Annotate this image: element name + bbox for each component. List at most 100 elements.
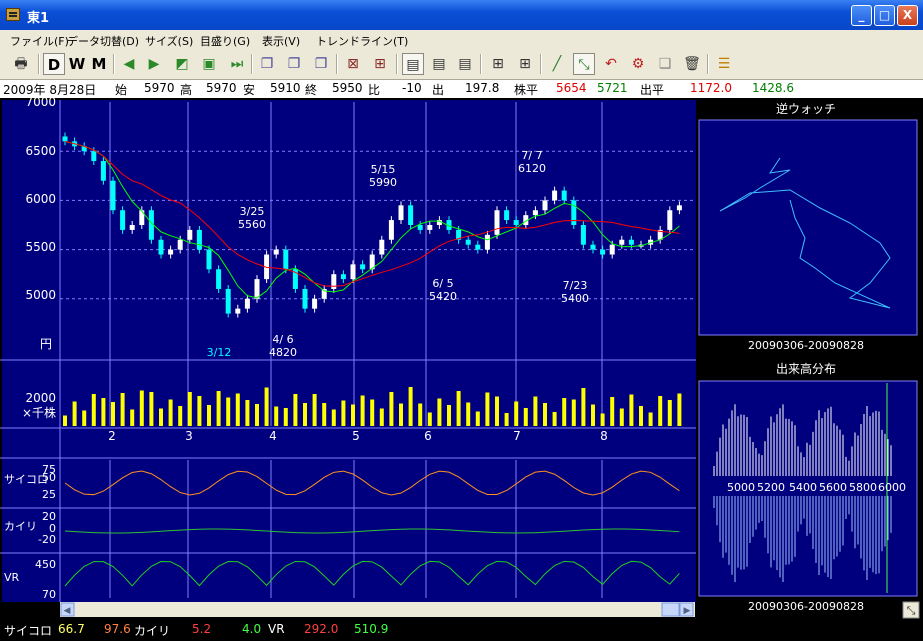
zoom-fit-icon[interactable]: ▣	[198, 53, 220, 75]
menu-size[interactable]: サイズ(S)	[145, 33, 193, 49]
volume-bar	[418, 403, 423, 426]
volume-bar	[648, 412, 653, 426]
split-chart-icon[interactable]: ⊞	[369, 53, 391, 75]
watch-range: 20090306-20090828	[748, 339, 864, 352]
candle-body	[312, 298, 318, 309]
candle-body	[609, 244, 615, 255]
arrow-left-icon[interactable]: ◀	[118, 53, 140, 75]
candle-body	[254, 279, 260, 299]
maximize-button[interactable]: □	[874, 5, 895, 26]
trendline-icon[interactable]: ╱	[546, 53, 568, 75]
candle-body	[216, 269, 222, 289]
status-vr2: 510.9	[354, 622, 389, 636]
horizontal-scrollbar[interactable]	[60, 602, 695, 617]
volume-bar	[504, 413, 509, 426]
layout-3-icon[interactable]: ▤	[454, 53, 476, 75]
candle-body	[120, 210, 126, 230]
volume-bar	[495, 396, 499, 426]
main-panel	[2, 100, 696, 602]
scroll-thumb[interactable]	[661, 602, 680, 617]
monthly-button[interactable]: M	[88, 53, 110, 75]
volume-bar	[399, 403, 403, 426]
candle-body	[273, 249, 279, 255]
dist-tick: 5000	[727, 481, 755, 494]
arrow-right-icon[interactable]: ▶	[143, 53, 165, 75]
menu-file[interactable]: ファイル(F)	[10, 33, 69, 49]
candle-body	[177, 239, 183, 250]
jump-end-icon[interactable]: ⏭	[226, 53, 248, 75]
status-bar: サイコロ 66.7 97.6 カイリ 5.2 4.0 VR 292.0 510.…	[0, 620, 923, 641]
annotation-price: 6120	[518, 162, 546, 175]
volume-bar	[379, 408, 384, 426]
minimize-button[interactable]: _	[851, 5, 872, 26]
chart-svg[interactable]: 7000 6500 6000 5500 5000 円 2000 ×千株 2 3 …	[0, 98, 923, 620]
layout-1-icon[interactable]: ▤	[402, 53, 424, 75]
volume-bar	[475, 411, 480, 426]
info-avg1: 5654	[556, 81, 587, 95]
candle-body	[398, 205, 404, 221]
toolbar-separator	[540, 54, 542, 74]
close-button[interactable]: X	[897, 5, 918, 26]
window-arrange-icon[interactable]: ❐	[310, 53, 332, 75]
candle-body	[427, 225, 433, 230]
month-label: 4	[269, 429, 277, 443]
candle-body	[350, 264, 356, 280]
trendline-parallel-icon[interactable]: ⤡	[573, 53, 595, 75]
grid-1-icon[interactable]: ⊞	[487, 53, 509, 75]
title-bar: 東1 _ □ X	[0, 0, 923, 30]
dist-tick: 5400	[789, 481, 817, 494]
volume-bar	[130, 409, 135, 426]
menu-trendline[interactable]: トレンドライン(T)	[316, 33, 408, 49]
trash-icon[interactable]: 🗑	[681, 53, 703, 75]
window-cascade-icon[interactable]: ❐	[256, 53, 278, 75]
volume-bar	[370, 399, 375, 426]
undo-icon[interactable]: ↶	[600, 53, 622, 75]
month-label: 5	[352, 429, 360, 443]
status-kairi-label: カイリ	[134, 624, 171, 638]
toolbar: 🖶 D W M ◀ ▶ ◩ ▣ ⏭ ❐ ❐ ❐ ⊠ ⊞ ▤ ▤ ▤ ⊞ ⊞ ╱ …	[0, 50, 923, 80]
settings-icon[interactable]: ⚙	[627, 53, 649, 75]
candle-body	[100, 161, 106, 181]
menu-scale[interactable]: 目盛り(G)	[200, 33, 250, 49]
annotation-date: 7/ 7	[521, 149, 542, 162]
info-volume: 197.8	[465, 81, 500, 95]
window-tile-icon[interactable]: ❐	[283, 53, 305, 75]
volume-bar	[264, 387, 269, 426]
annotation-price: 5420	[429, 290, 457, 303]
window-title: 東1	[27, 11, 50, 26]
volume-bar	[168, 399, 173, 426]
annotation-date: 7/23	[563, 279, 588, 292]
volume-bar	[466, 402, 471, 426]
volume-bar	[149, 392, 154, 426]
candle-body	[552, 190, 558, 201]
layout-2-icon[interactable]: ▤	[428, 53, 450, 75]
vr-tick: 450	[35, 558, 56, 571]
candle-body	[676, 205, 682, 211]
info-open: 5970	[144, 81, 175, 95]
candle-body	[158, 239, 164, 255]
print-icon[interactable]: 🖶	[10, 53, 32, 75]
volume-bar	[581, 388, 586, 426]
info-avg2: 5721	[597, 81, 628, 95]
candle-body	[580, 225, 586, 245]
copy-icon[interactable]: ❏	[654, 53, 676, 75]
menu-view[interactable]: 表示(V)	[262, 33, 300, 49]
grid-2-icon[interactable]: ⊞	[514, 53, 536, 75]
chevron-right-icon: ▶	[684, 606, 691, 616]
notes-icon[interactable]: ☰	[713, 53, 735, 75]
volume-bar	[197, 396, 202, 426]
info-change-label: 比	[368, 83, 381, 97]
close-chart-icon[interactable]: ⊠	[342, 53, 364, 75]
volume-bar	[360, 395, 365, 426]
candle-body	[196, 229, 202, 250]
zoom-in-icon[interactable]: ◩	[171, 53, 193, 75]
menu-data-switch[interactable]: データ切替(D)	[67, 33, 139, 49]
daily-button[interactable]: D	[43, 53, 65, 75]
weekly-button[interactable]: W	[66, 53, 88, 75]
candle-body	[340, 274, 346, 280]
menu-bar: ファイル(F) データ切替(D) サイズ(S) 目盛り(G) 表示(V) トレン…	[0, 30, 923, 50]
volume-unit: ×千株	[22, 405, 56, 420]
price-info-bar: 2009年 8月28日 始 5970 高 5970 安 5910 終 5950 …	[0, 80, 923, 98]
distribution-title: 出来高分布	[776, 361, 836, 376]
status-psy2: 97.6	[104, 622, 131, 636]
